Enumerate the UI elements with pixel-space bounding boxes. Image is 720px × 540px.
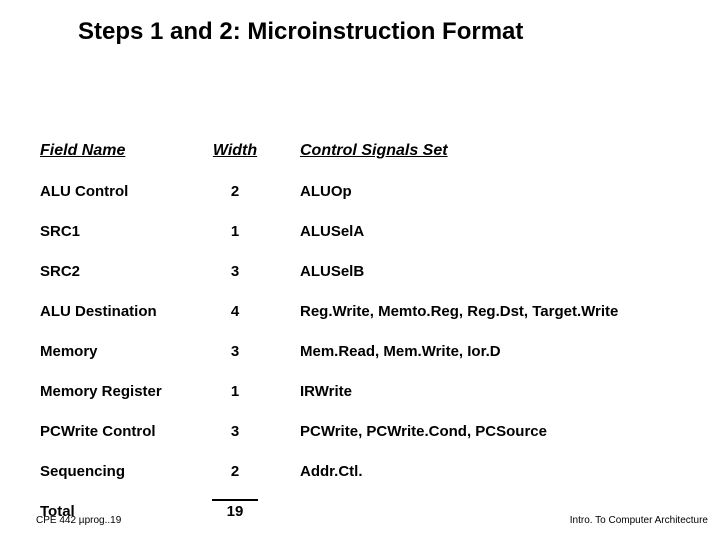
table-row: Memory 3 Mem.Read, Mem.Write, Ior.D [40, 320, 700, 360]
cell-width: 3 [200, 343, 270, 360]
cell-width: 3 [200, 423, 270, 440]
total-divider [212, 499, 258, 501]
cell-signals: PCWrite, PCWrite.Cond, PCSource [270, 423, 700, 440]
cell-field: Sequencing [40, 463, 200, 480]
table-header-row: Field Name Width Control Signals Set [40, 120, 700, 160]
cell-signals: Addr.Ctl. [270, 463, 700, 480]
total-value: 19 [200, 503, 270, 520]
footer-right: Intro. To Computer Architecture [570, 515, 708, 526]
header-width: Width [200, 142, 270, 160]
table-row: ALU Destination 4 Reg.Write, Memto.Reg, … [40, 280, 700, 320]
cell-signals: ALUSelA [270, 223, 700, 240]
slide: Steps 1 and 2: Microinstruction Format F… [0, 0, 720, 540]
cell-width: 4 [200, 303, 270, 320]
table-total-row: Total 19 [40, 480, 700, 520]
table-row: SRC1 1 ALUSelA [40, 200, 700, 240]
table-row: ALU Control 2 ALUOp [40, 160, 700, 200]
cell-signals: IRWrite [270, 383, 700, 400]
cell-field: PCWrite Control [40, 423, 200, 440]
microinstruction-table: Field Name Width Control Signals Set ALU… [40, 120, 700, 520]
cell-field: Memory [40, 343, 200, 360]
cell-width: 3 [200, 263, 270, 280]
cell-width: 1 [200, 383, 270, 400]
cell-signals: ALUOp [270, 183, 700, 200]
header-signals: Control Signals Set [270, 142, 700, 160]
cell-signals: Mem.Read, Mem.Write, Ior.D [270, 343, 700, 360]
cell-width: 2 [200, 183, 270, 200]
table-row: PCWrite Control 3 PCWrite, PCWrite.Cond,… [40, 400, 700, 440]
cell-width: 1 [200, 223, 270, 240]
table-row: Sequencing 2 Addr.Ctl. [40, 440, 700, 480]
cell-signals: Reg.Write, Memto.Reg, Reg.Dst, Target.Wr… [270, 303, 700, 320]
cell-width: 2 [200, 463, 270, 480]
footer-left: CPE 442 µprog..19 [36, 515, 121, 526]
table-row: SRC2 3 ALUSelB [40, 240, 700, 280]
total-width-cell: 19 [200, 499, 270, 520]
cell-field: SRC1 [40, 223, 200, 240]
cell-signals: ALUSelB [270, 263, 700, 280]
table-row: Memory Register 1 IRWrite [40, 360, 700, 400]
cell-field: ALU Destination [40, 303, 200, 320]
cell-field: SRC2 [40, 263, 200, 280]
slide-title: Steps 1 and 2: Microinstruction Format [78, 18, 523, 46]
cell-field: ALU Control [40, 183, 200, 200]
header-field: Field Name [40, 142, 200, 160]
cell-field: Memory Register [40, 383, 200, 400]
